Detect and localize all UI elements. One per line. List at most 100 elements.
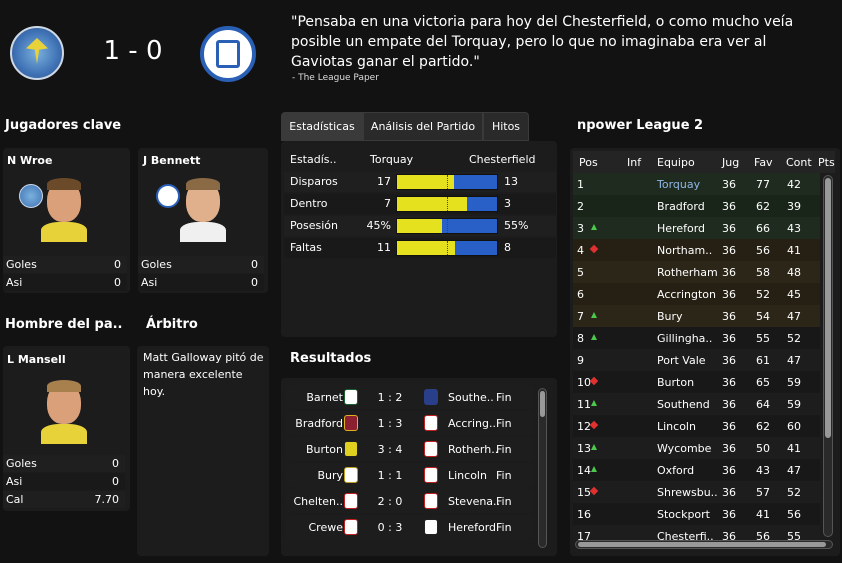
arrow-up-icon — [591, 224, 597, 230]
league-row[interactable]: 13 Wycombe 36 50 41 — [573, 437, 820, 459]
cell-team: Bury — [657, 310, 683, 323]
cell-fav: 56 — [756, 244, 770, 257]
cell-team: Wycombe — [657, 442, 712, 455]
cell-cont: 59 — [787, 398, 801, 411]
tab-analisis[interactable]: Análisis del Partido — [363, 112, 483, 141]
arrow-down-icon — [589, 486, 599, 496]
cell-team: Gillingha.. — [657, 332, 713, 345]
cell-team: Hereford — [657, 222, 706, 235]
cell-cont: 52 — [787, 332, 801, 345]
cell-team: Rotherham — [657, 266, 718, 279]
league-row[interactable]: 17 Chesterfi.. 36 56 55 — [573, 525, 820, 540]
cell-pos: 13 — [577, 442, 591, 455]
cell-fav: 61 — [756, 354, 770, 367]
key-players-title: Jugadores clave — [5, 118, 122, 133]
cell-team: Burton — [657, 376, 695, 389]
cell-cont: 48 — [787, 266, 801, 279]
cell-jug: 36 — [722, 354, 736, 367]
league-rows: 1 Torquay 36 77 42 2 Bradford 36 62 39 3 Hereford 36… — [0, 173, 842, 540]
cell-cont: 45 — [787, 288, 801, 301]
arrow-up-icon — [591, 400, 597, 406]
league-row[interactable]: 14 Oxford 36 43 47 — [573, 459, 820, 481]
quote-source: - The League Paper — [292, 73, 379, 83]
cell-jug: 36 — [722, 266, 736, 279]
tab-hitos[interactable]: Hitos — [483, 112, 529, 141]
league-row[interactable]: 6 Accrington 36 52 45 — [573, 283, 820, 305]
league-vscrollbar[interactable] — [823, 175, 833, 537]
arrow-up-icon — [591, 312, 597, 318]
col-pts[interactable]: Pts — [818, 156, 835, 169]
col-jug[interactable]: Jug — [722, 156, 739, 169]
league-row[interactable]: 11 Southend 36 64 59 — [573, 393, 820, 415]
col-inf[interactable]: Inf — [627, 156, 641, 169]
cell-fav: 54 — [756, 310, 770, 323]
cell-fav: 66 — [756, 222, 770, 235]
cell-jug: 36 — [722, 200, 736, 213]
league-row[interactable]: 1 Torquay 36 77 42 — [573, 173, 820, 195]
cell-cont: 47 — [787, 464, 801, 477]
cell-jug: 36 — [722, 310, 736, 323]
cell-team: Shrewsbu.. — [657, 486, 718, 499]
league-row[interactable]: 5 Rotherham 36 58 48 — [573, 261, 820, 283]
col-equipo[interactable]: Equipo — [657, 156, 695, 169]
cell-jug: 36 — [722, 486, 736, 499]
league-row[interactable]: 2 Bradford 36 62 39 — [573, 195, 820, 217]
league-title: npower League 2 — [577, 118, 704, 133]
league-row[interactable]: 15 Shrewsbu.. 36 57 52 — [573, 481, 820, 503]
league-row[interactable]: 3 Hereford 36 66 43 — [573, 217, 820, 239]
cell-team: Stockport — [657, 508, 710, 521]
cell-pos: 3 — [577, 222, 584, 235]
cell-jug: 36 — [722, 508, 736, 521]
cell-fav: 57 — [756, 486, 770, 499]
arrow-up-icon — [591, 444, 597, 450]
cell-cont: 47 — [787, 310, 801, 323]
cell-fav: 50 — [756, 442, 770, 455]
cell-fav: 77 — [756, 178, 770, 191]
league-row[interactable]: 10 Burton 36 65 59 — [573, 371, 820, 393]
arrow-up-icon — [591, 466, 597, 472]
tab-estadisticas[interactable]: Estadísticas — [281, 112, 363, 141]
cell-team: Southend — [657, 398, 710, 411]
cell-pos: 7 — [577, 310, 584, 323]
cell-pos: 5 — [577, 266, 584, 279]
cell-jug: 36 — [722, 530, 736, 540]
cell-jug: 36 — [722, 420, 736, 433]
cell-team: Port Vale — [657, 354, 706, 367]
league-row[interactable]: 8 Gillingha.. 36 55 52 — [573, 327, 820, 349]
cell-pos: 15 — [577, 486, 591, 499]
cell-team: Oxford — [657, 464, 695, 477]
stats-header-label: Estadís.. — [290, 153, 337, 166]
col-cont[interactable]: Cont — [786, 156, 812, 169]
league-hscrollbar[interactable] — [575, 540, 833, 549]
cell-fav: 56 — [756, 530, 770, 540]
league-row[interactable]: 9 Port Vale 36 61 47 — [573, 349, 820, 371]
cell-cont: 42 — [787, 178, 801, 191]
league-row[interactable]: 16 Stockport 36 41 56 — [573, 503, 820, 525]
away-crest-icon — [200, 26, 256, 82]
cell-fav: 62 — [756, 200, 770, 213]
cell-team: Torquay — [657, 178, 701, 191]
cell-cont: 47 — [787, 354, 801, 367]
col-pos[interactable]: Pos — [579, 156, 598, 169]
cell-jug: 36 — [722, 178, 736, 191]
player-name: J Bennett — [143, 154, 201, 167]
cell-cont: 55 — [787, 530, 801, 540]
stats-header-away: Chesterfield — [469, 153, 536, 166]
cell-pos: 8 — [577, 332, 584, 345]
col-fav[interactable]: Fav — [754, 156, 773, 169]
arrow-down-icon — [589, 376, 599, 386]
league-row[interactable]: 12 Lincoln 36 62 60 — [573, 415, 820, 437]
league-row[interactable]: 4 Northam.. 36 56 41 — [573, 239, 820, 261]
league-row[interactable]: 7 Bury 36 54 47 — [573, 305, 820, 327]
cell-fav: 43 — [756, 464, 770, 477]
cell-pos: 6 — [577, 288, 584, 301]
cell-jug: 36 — [722, 376, 736, 389]
cell-jug: 36 — [722, 244, 736, 257]
cell-cont: 41 — [787, 244, 801, 257]
quote-text: "Pensaba en una victoria para hoy del Ch… — [291, 14, 794, 70]
cell-cont: 56 — [787, 508, 801, 521]
cell-pos: 14 — [577, 464, 591, 477]
cell-fav: 62 — [756, 420, 770, 433]
arrow-down-icon — [589, 244, 599, 254]
cell-team: Chesterfi.. — [657, 530, 714, 540]
